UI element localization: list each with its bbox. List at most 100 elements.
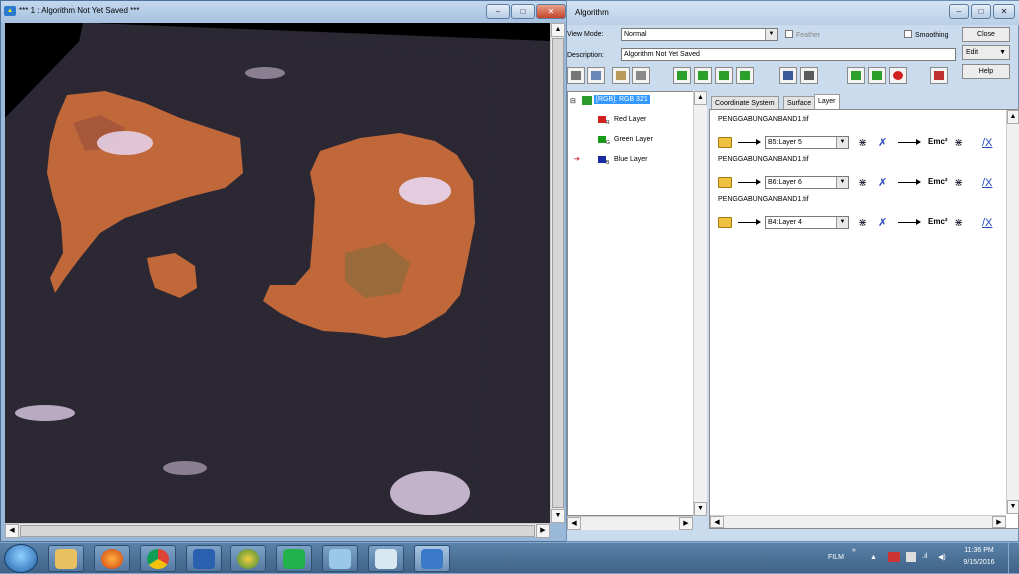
firefox-icon[interactable] (94, 545, 130, 572)
tree-item-green-layer[interactable]: Green Layer (614, 136, 653, 143)
scroll-right-icon[interactable]: ▶ (679, 517, 693, 530)
file-explorer-icon[interactable] (48, 545, 84, 572)
filter-icon[interactable]: ⋇ (954, 216, 963, 230)
edit-button[interactable]: Edit ▼ (962, 45, 1010, 60)
scroll-down-icon[interactable]: ▼ (694, 502, 707, 516)
load-icon[interactable] (779, 67, 797, 84)
chrome-icon[interactable] (140, 545, 176, 572)
clipboard-icon[interactable] (930, 67, 948, 84)
tree-vertical-scrollbar[interactable]: ▲ ▼ (693, 91, 707, 516)
stop-icon[interactable] (889, 67, 907, 84)
close-button[interactable]: Close (962, 27, 1010, 42)
line-icon[interactable] (276, 545, 312, 572)
feather-checkbox[interactable]: Feather (785, 30, 820, 39)
start-button[interactable] (4, 544, 38, 573)
transform-icon[interactable]: ⋇ (858, 216, 867, 230)
scroll-left-icon[interactable]: ◀ (710, 516, 724, 528)
zoom-icon[interactable] (800, 67, 818, 84)
band-select[interactable]: B4:Layer 4 ▼ (765, 216, 849, 229)
filter-icon[interactable]: ⋇ (954, 176, 963, 190)
scroll-left-icon[interactable]: ◀ (567, 517, 581, 530)
flag-icon[interactable] (906, 552, 916, 562)
close-window-button[interactable]: ✕ (993, 4, 1015, 19)
volume-icon[interactable]: ◀) (938, 553, 946, 561)
scroll-thumb[interactable] (552, 38, 564, 508)
smoothing-checkbox[interactable]: Smoothing (904, 30, 948, 39)
chevron-down-icon[interactable]: ▼ (836, 177, 848, 188)
tab-layer[interactable]: Layer (814, 94, 840, 110)
tree-expand-icon[interactable]: ⊟ (570, 97, 576, 105)
tree-item-blue-layer[interactable]: Blue Layer (614, 156, 647, 163)
satellite-image-canvas[interactable] (5, 23, 550, 523)
formula-label[interactable]: Emc² (928, 217, 948, 226)
histogram-icon[interactable]: /X (982, 136, 992, 150)
band-select[interactable]: B5:Layer 5 ▼ (765, 136, 849, 149)
notepad-icon[interactable] (322, 545, 358, 572)
panel-vertical-scrollbar[interactable]: ▲ ▼ (1006, 110, 1019, 514)
tree-horizontal-scrollbar[interactable]: ◀ ▶ (567, 516, 693, 530)
show-hidden-icons[interactable]: ▲ (870, 554, 877, 561)
copy-icon[interactable] (587, 67, 605, 84)
network-icon[interactable] (888, 552, 900, 562)
view-mode-select[interactable]: Normal ▼ (621, 28, 778, 41)
tree-root-node[interactable]: [RGB]: RGB 321 (594, 95, 650, 104)
word-icon[interactable] (186, 545, 222, 572)
tab-surface[interactable]: Surface (783, 96, 816, 110)
viewer-horizontal-scrollbar[interactable]: ◀ ▶ (5, 523, 550, 538)
scroll-thumb[interactable] (20, 525, 535, 537)
scroll-up-icon[interactable]: ▲ (1007, 110, 1019, 124)
tab-coordinate-system[interactable]: Coordinate System (711, 96, 779, 110)
minimize-button[interactable]: – (949, 4, 969, 19)
scroll-up-icon[interactable]: ▲ (694, 91, 707, 105)
ermapper-icon[interactable] (414, 545, 450, 572)
minimize-button[interactable]: – (486, 4, 510, 19)
formula-icon[interactable]: ✗ (878, 176, 887, 190)
add-layer-icon[interactable] (673, 67, 691, 84)
open-folder-icon[interactable] (718, 217, 732, 228)
close-button[interactable]: ✕ (536, 4, 566, 19)
signal-icon[interactable]: .ıl (922, 553, 927, 560)
chevron-down-icon[interactable]: ▼ (836, 217, 848, 228)
scroll-right-icon[interactable]: ▶ (536, 524, 550, 538)
tree-item-red-layer[interactable]: Red Layer (614, 116, 646, 123)
language-bar-label[interactable]: FILM (828, 554, 844, 561)
formula-label[interactable]: Emc² (928, 177, 948, 186)
chevron-down-icon[interactable]: ▼ (765, 29, 777, 40)
maximize-button[interactable]: □ (971, 4, 991, 19)
histogram-icon[interactable]: /X (982, 216, 992, 230)
paint-icon[interactable] (368, 545, 404, 572)
panel-horizontal-scrollbar[interactable]: ◀ ▶ (710, 515, 1006, 528)
transform-icon[interactable]: ⋇ (858, 176, 867, 190)
scroll-down-icon[interactable]: ▼ (551, 509, 565, 523)
layer-tree[interactable]: ⊟ [RGB]: RGB 321 R Red Layer G Green Lay… (567, 91, 707, 516)
filter-icon[interactable]: ⋇ (954, 136, 963, 150)
description-field[interactable]: Algorithm Not Yet Saved (621, 48, 956, 61)
help-button[interactable]: Help (962, 64, 1010, 79)
percent-icon[interactable] (868, 67, 886, 84)
transform-icon[interactable]: ⋇ (858, 136, 867, 150)
globe-app-icon[interactable] (230, 545, 266, 572)
paste-icon[interactable] (612, 67, 630, 84)
clock-date[interactable]: 9/15/2016 (960, 559, 998, 566)
scroll-left-icon[interactable]: ◀ (5, 524, 19, 538)
open-folder-icon[interactable] (718, 137, 732, 148)
show-desktop-button[interactable] (1008, 543, 1019, 574)
chevron-down-icon[interactable]: ▼ (836, 137, 848, 148)
cut-icon[interactable] (567, 67, 585, 84)
viewer-titlebar[interactable]: ▲ *** 1 : Algorithm Not Yet Saved *** – … (1, 1, 567, 23)
scroll-right-icon[interactable]: ▶ (992, 516, 1006, 528)
formula-icon[interactable]: ✗ (878, 216, 887, 230)
viewer-vertical-scrollbar[interactable]: ▲ ▼ (550, 23, 565, 523)
histogram-icon[interactable]: /X (982, 176, 992, 190)
maximize-button[interactable]: □ (511, 4, 535, 19)
expand-icon[interactable]: » (852, 547, 856, 554)
layer-up-icon[interactable] (715, 67, 733, 84)
band-select[interactable]: B6:Layer 6 ▼ (765, 176, 849, 189)
algorithm-titlebar[interactable]: Algorithm – □ ✕ (567, 1, 1019, 25)
formula-label[interactable]: Emc² (928, 137, 948, 146)
formula-icon[interactable]: ✗ (878, 136, 887, 150)
scroll-up-icon[interactable]: ▲ (551, 23, 565, 37)
refresh-icon[interactable] (847, 67, 865, 84)
duplicate-icon[interactable] (632, 67, 650, 84)
open-folder-icon[interactable] (718, 177, 732, 188)
